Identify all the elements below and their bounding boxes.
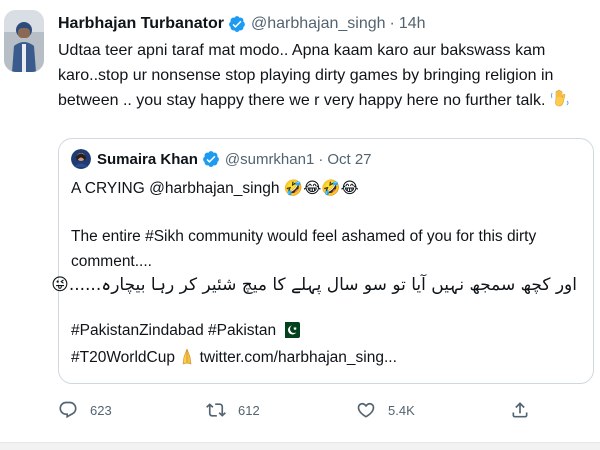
reply-button[interactable]: 623 — [58, 400, 112, 420]
quoted-tweet-header: Sumaira Khan @sumrkhan1 · Oct 27 — [71, 148, 372, 170]
retweet-count: 612 — [238, 402, 260, 418]
action-bar: 623 612 5.4K — [58, 400, 538, 426]
tweet-text-line: karo..stop ur nonsense stop playing dirt… — [58, 67, 554, 84]
quoted-urdu-line: اور کچھ سمجھ نہیں آیا تو سو سال پہلے کا … — [51, 274, 577, 295]
like-button[interactable]: 5.4K — [356, 400, 415, 420]
winking-tongue-emoji: 😜 — [51, 275, 69, 295]
handle[interactable]: @harbhajan_singh — [251, 15, 386, 33]
quoted-line-2: The entire #Sikh community would feel as… — [71, 228, 537, 245]
waving-hand-icon — [550, 88, 570, 116]
separator-dot: · — [389, 15, 395, 32]
retweet-button[interactable]: 612 — [206, 400, 260, 420]
tweet-text-line: between .. you stay happy there we r ver… — [58, 92, 546, 109]
quoted-line-1: A CRYING @harbhajan_singh 🤣😂🤣😂 — [71, 179, 359, 198]
display-name[interactable]: Harbhajan Turbanator — [58, 15, 224, 33]
hashtag-text: #T20WorldCup — [71, 349, 175, 366]
reply-icon — [59, 401, 77, 419]
avatar[interactable] — [4, 10, 44, 72]
verified-badge-icon — [202, 150, 220, 168]
laughing-emoji: 🤣😂🤣😂 — [283, 180, 359, 197]
like-count: 5.4K — [388, 402, 415, 418]
quoted-line-3: comment.... — [71, 253, 152, 270]
tweet-text-line-last: between .. you stay happy there we r ver… — [58, 88, 598, 116]
tweet-text: Udtaa teer apni taraf mat modo.. Apna ka… — [58, 38, 598, 116]
timestamp[interactable]: 14h — [399, 15, 426, 33]
feed-divider — [0, 442, 600, 450]
separator-dot: · — [318, 150, 324, 168]
tweet-card[interactable]: Harbhajan Turbanator @harbhajan_singh · … — [0, 0, 600, 442]
quoted-urdu-text: اور کچھ سمجھ نہیں آیا تو سو سال پہلے کا … — [68, 275, 577, 295]
quoted-tweet[interactable]: Sumaira Khan @sumrkhan1 · Oct 27 A CRYIN… — [51, 138, 594, 384]
heart-icon — [357, 402, 375, 418]
pakistan-flag-icon — [280, 322, 301, 343]
tweet-text-line: Udtaa teer apni taraf mat modo.. Apna ka… — [58, 42, 546, 59]
quoted-timestamp: Oct 27 — [327, 150, 372, 168]
quoted-link[interactable]: twitter.com/harbhajan_sing... — [200, 349, 397, 366]
reply-count: 623 — [90, 402, 112, 418]
quoted-display-name: Sumaira Khan — [97, 150, 198, 168]
quoted-avatar — [71, 149, 91, 169]
quoted-handle: @sumrkhan1 — [224, 150, 315, 168]
praying-hands-icon — [179, 347, 195, 370]
retweet-icon — [206, 403, 226, 417]
tweet-header: Harbhajan Turbanator @harbhajan_singh · … — [58, 12, 426, 36]
quoted-hashtags-2: #T20WorldCup twitter.com/harbhajan_sing.… — [71, 347, 397, 370]
share-button[interactable] — [510, 400, 542, 420]
hashtag-text: #PakistanZindabad #Pakistan — [71, 322, 277, 339]
quoted-hashtags-1: #PakistanZindabad #Pakistan — [71, 322, 301, 343]
share-icon — [512, 402, 528, 418]
quoted-text: A CRYING @harbhajan_singh — [71, 180, 280, 197]
verified-badge-icon — [228, 15, 246, 33]
